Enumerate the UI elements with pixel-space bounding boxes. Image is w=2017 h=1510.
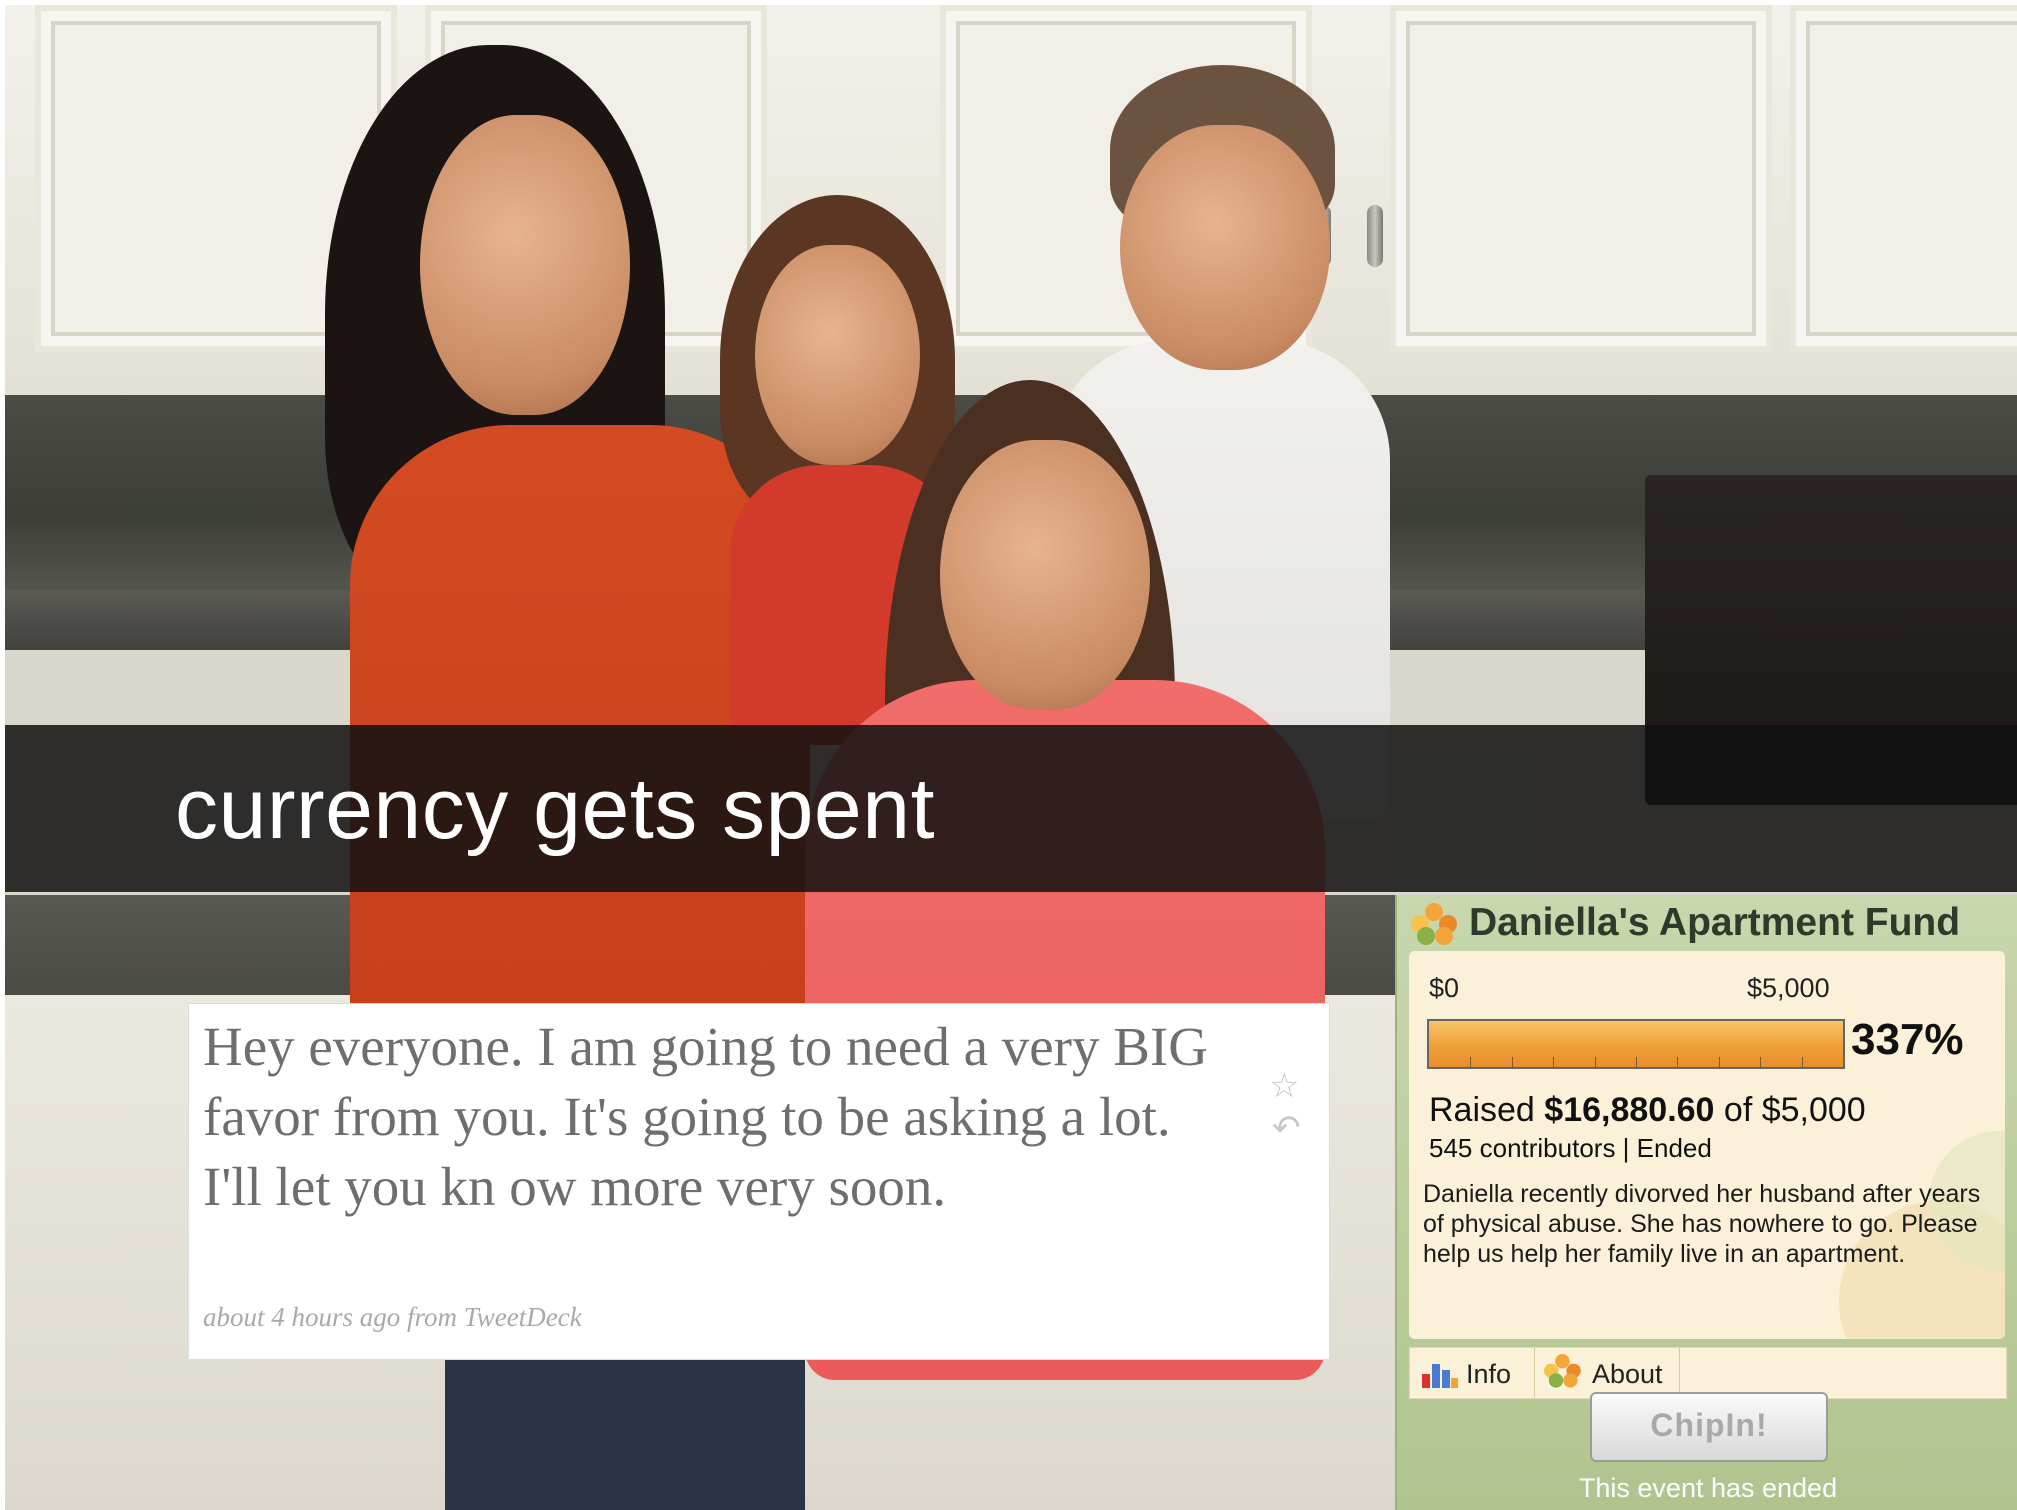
tab-info-label: Info bbox=[1466, 1359, 1512, 1389]
slide-title: currency gets spent bbox=[175, 761, 935, 857]
flower-icon bbox=[1411, 903, 1457, 945]
event-status: This event has ended bbox=[1578, 1473, 1838, 1503]
raised-prefix: Raised bbox=[1429, 1091, 1535, 1129]
goal-min-label: $0 bbox=[1429, 973, 1460, 1003]
raised-line: Raised $16,880.60 of $5,000 bbox=[1429, 1091, 1866, 1130]
progress-tick bbox=[1636, 1057, 1637, 1067]
chipin-widget: Daniella's Apartment Fund $0 $5,000 337%… bbox=[1395, 895, 2017, 1510]
fund-title: Daniella's Apartment Fund bbox=[1469, 901, 1961, 944]
goal-max-label: $5,000 bbox=[1747, 973, 1830, 1003]
fund-description: Daniella recently divorved her husband a… bbox=[1423, 1180, 1981, 1268]
reply-icon[interactable]: ↶ bbox=[1272, 1108, 1301, 1148]
tweet-meta: about 4 hours ago from TweetDeck bbox=[203, 1302, 582, 1332]
raised-suffix: of $5,000 bbox=[1723, 1091, 1866, 1129]
title-banner: currency gets spent bbox=[5, 725, 2017, 892]
tab-about[interactable]: About bbox=[1534, 1348, 1680, 1398]
percent-label: 337% bbox=[1851, 1015, 1964, 1064]
progress-tick bbox=[1760, 1057, 1762, 1067]
bar-chart-icon bbox=[1422, 1364, 1458, 1388]
raised-amount: $16,880.60 bbox=[1544, 1091, 1715, 1129]
progress-tick bbox=[1677, 1057, 1679, 1067]
progress-tick bbox=[1801, 1057, 1803, 1067]
tab-info[interactable]: Info bbox=[1410, 1348, 1535, 1398]
progress-tick bbox=[1553, 1057, 1555, 1067]
flower-icon bbox=[1544, 1354, 1581, 1388]
progress-tick bbox=[1511, 1057, 1513, 1067]
tab-about-label: About bbox=[1592, 1359, 1663, 1389]
progress-tick bbox=[1594, 1057, 1596, 1067]
upper-cabinets bbox=[5, 5, 2017, 395]
progress-bar bbox=[1427, 1019, 1845, 1069]
tweet-text: Hey everyone. I am going to need a very … bbox=[203, 1016, 1208, 1217]
fund-panel: $0 $5,000 337% Raised $16,880.60 of $5,0… bbox=[1409, 951, 2005, 1339]
progress-tick bbox=[1470, 1057, 1472, 1067]
progress-tick bbox=[1718, 1057, 1720, 1067]
tweet-card: Hey everyone. I am going to need a very … bbox=[189, 1004, 1329, 1359]
contributors-status: 545 contributors | Ended bbox=[1429, 1133, 1712, 1163]
chipin-button[interactable]: ChipIn! bbox=[1590, 1392, 1828, 1462]
widget-header: Daniella's Apartment Fund bbox=[1397, 895, 2017, 947]
star-icon[interactable]: ☆ bbox=[1269, 1066, 1299, 1106]
